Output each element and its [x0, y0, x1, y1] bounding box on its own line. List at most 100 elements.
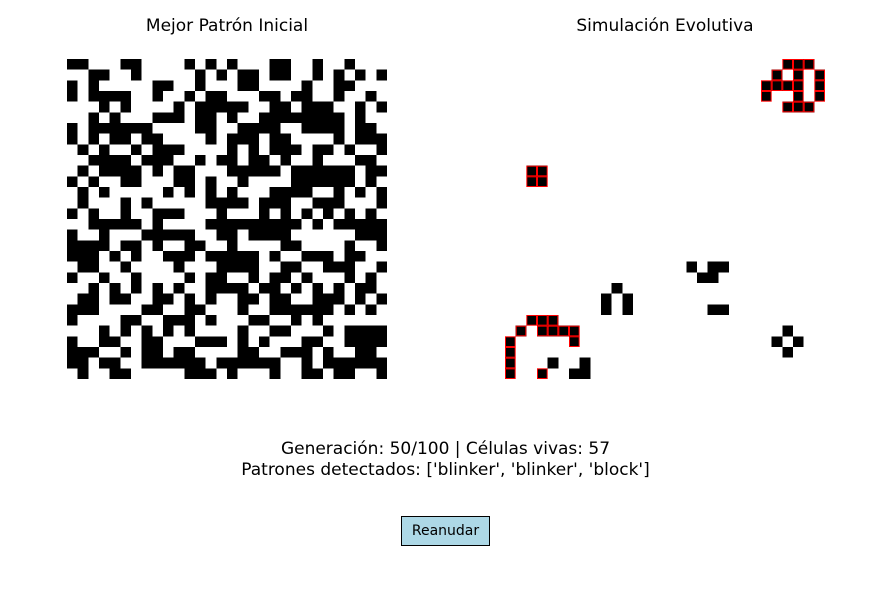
initial-cell — [109, 219, 121, 230]
detected-patterns-status: Patrones detectados: ['blinker', 'blinke… — [241, 460, 650, 480]
initial-cell — [344, 368, 355, 379]
initial-cell — [365, 208, 377, 219]
simulation-cell — [622, 293, 633, 305]
initial-cell — [173, 261, 185, 273]
initial-cell — [216, 197, 227, 209]
initial-cell — [248, 347, 259, 358]
initial-cell — [195, 240, 206, 251]
initial-cell — [333, 197, 345, 209]
initial-cell — [173, 176, 185, 187]
initial-cell — [237, 283, 249, 294]
initial-cell — [301, 187, 313, 198]
initial-cell — [109, 123, 121, 134]
initial-cell — [99, 240, 110, 251]
initial-cell — [216, 155, 227, 166]
initial-cell — [152, 133, 163, 145]
initial-cell — [109, 368, 121, 379]
initial-cell — [269, 133, 281, 145]
initial-cell — [163, 155, 174, 166]
initial-cell — [259, 197, 270, 209]
initial-cell — [152, 240, 163, 251]
simulation-cell — [505, 368, 516, 379]
initial-cell — [88, 240, 99, 251]
initial-cell — [355, 357, 366, 369]
initial-cell — [237, 219, 249, 230]
initial-cell — [237, 357, 249, 369]
initial-cell — [248, 261, 259, 273]
initial-cell — [259, 123, 270, 134]
initial-cell — [195, 304, 206, 315]
initial-cell — [205, 336, 217, 347]
initial-cell — [269, 187, 281, 198]
initial-cell — [109, 283, 121, 294]
simulation-cell — [771, 80, 783, 91]
initial-cell — [88, 155, 99, 166]
initial-cell — [131, 165, 142, 177]
initial-cell — [280, 59, 291, 70]
initial-cell — [141, 304, 153, 315]
initial-cell — [184, 357, 195, 369]
initial-cell — [88, 133, 99, 145]
initial-cell — [376, 229, 387, 241]
initial-cell — [163, 208, 174, 219]
initial-cell — [333, 165, 345, 177]
initial-cell — [280, 144, 291, 155]
simulation-cell — [622, 304, 633, 315]
initial-cell — [131, 251, 142, 262]
simulation-cell — [771, 69, 783, 81]
initial-cell — [163, 293, 174, 305]
initial-cell — [173, 357, 185, 369]
initial-cell — [280, 272, 291, 283]
initial-cell — [173, 101, 185, 113]
initial-cell — [344, 165, 355, 177]
initial-cell — [248, 219, 259, 230]
initial-cell — [184, 176, 195, 187]
initial-cell — [259, 165, 270, 177]
initial-cell — [152, 283, 163, 294]
initial-cell — [333, 368, 345, 379]
initial-cell — [152, 80, 163, 91]
initial-cell — [269, 144, 281, 155]
initial-cell — [365, 357, 377, 369]
simulation-grid — [505, 59, 825, 379]
initial-cell — [77, 251, 89, 262]
initial-cell — [77, 261, 89, 273]
initial-cell — [67, 229, 78, 241]
initial-cell — [120, 123, 131, 134]
initial-pattern-title: Mejor Patrón Inicial — [145, 16, 309, 36]
initial-cell — [205, 293, 217, 305]
initial-cell — [131, 144, 142, 155]
initial-cell — [301, 357, 313, 369]
initial-cell — [216, 251, 227, 262]
simulation-cell — [547, 357, 559, 369]
initial-cell — [259, 91, 270, 102]
initial-cell — [195, 123, 206, 134]
simulation-cell — [782, 347, 793, 358]
initial-cell — [269, 59, 281, 70]
initial-cell — [205, 187, 217, 198]
resume-button[interactable]: Reanudar — [401, 516, 490, 546]
simulation-cell — [782, 59, 793, 70]
initial-cell — [248, 272, 259, 283]
initial-cell — [77, 293, 89, 305]
initial-cell — [237, 347, 249, 358]
initial-cell — [291, 219, 302, 230]
initial-pattern-canvas — [67, 59, 387, 379]
initial-cell — [248, 155, 259, 166]
initial-cell — [77, 368, 89, 379]
initial-cell — [344, 59, 355, 70]
initial-cell — [333, 80, 345, 91]
initial-cell — [280, 101, 291, 113]
initial-cell — [152, 293, 163, 305]
simulation-cell — [793, 101, 804, 113]
initial-cell — [109, 357, 121, 369]
initial-cell — [205, 133, 217, 145]
initial-cell — [184, 165, 195, 177]
initial-cell — [237, 251, 249, 262]
simulation-cell — [761, 80, 772, 91]
initial-cell — [291, 165, 302, 177]
initial-cell — [99, 101, 110, 113]
simulation-cell — [547, 315, 559, 326]
initial-cell — [323, 176, 334, 187]
initial-cell — [344, 261, 355, 273]
